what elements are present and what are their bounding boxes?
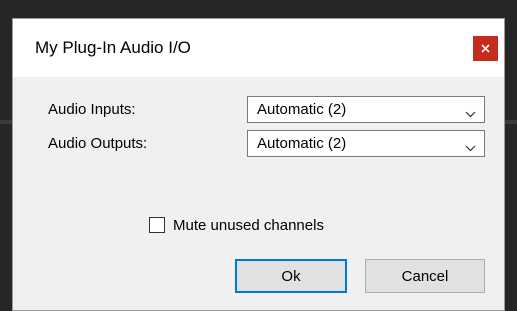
mute-unused-checkbox[interactable] — [149, 217, 165, 233]
audio-outputs-select[interactable]: Automatic (2) — [247, 130, 485, 157]
audio-outputs-value: Automatic (2) — [257, 135, 347, 152]
mute-unused-label: Mute unused channels — [173, 216, 324, 234]
close-button[interactable] — [473, 36, 498, 61]
chevron-down-icon — [465, 105, 476, 123]
cancel-button[interactable]: Cancel — [365, 259, 485, 293]
title-bar[interactable]: My Plug-In Audio I/O — [13, 19, 504, 77]
close-icon — [481, 44, 490, 53]
audio-outputs-label: Audio Outputs: — [48, 135, 148, 152]
audio-io-dialog: My Plug-In Audio I/O Audio Inputs: Autom… — [12, 18, 505, 311]
chevron-down-icon — [465, 139, 476, 157]
ok-button[interactable]: Ok — [235, 259, 347, 293]
audio-inputs-select[interactable]: Automatic (2) — [247, 96, 485, 123]
mute-unused-channels-option[interactable]: Mute unused channels — [149, 215, 324, 235]
window-title: My Plug-In Audio I/O — [35, 38, 191, 57]
audio-inputs-label: Audio Inputs: — [48, 101, 136, 118]
audio-inputs-value: Automatic (2) — [257, 101, 347, 118]
